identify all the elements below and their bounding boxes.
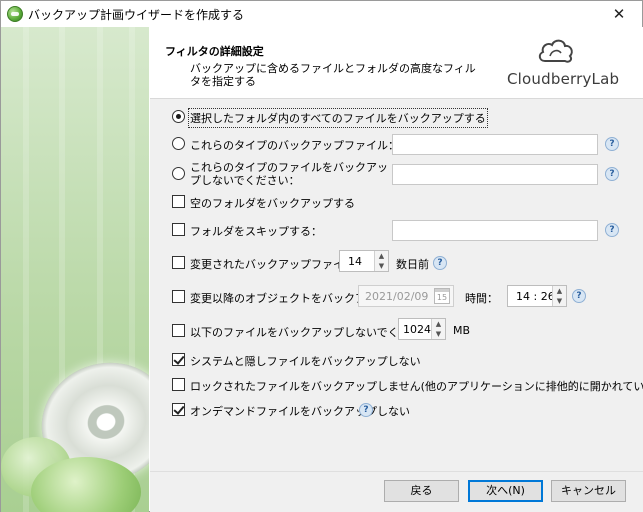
- help-icon[interactable]: ?: [433, 256, 447, 270]
- checkbox-system-hidden[interactable]: [172, 353, 185, 366]
- cloudberry-logo-icon: [538, 39, 573, 63]
- time-value: 14 : 26: [516, 290, 555, 303]
- help-icon[interactable]: ?: [605, 223, 619, 237]
- calendar-icon[interactable]: 15: [434, 288, 450, 304]
- chevron-down-icon: ▼: [435, 330, 442, 338]
- radio-exclude-types[interactable]: [172, 167, 185, 180]
- wizard-window: バックアップ計画ウイザードを作成する ✕ フィルタの詳細設定 バックアップに含め…: [0, 0, 643, 512]
- modified-since-date: 2021/02/09: [365, 290, 429, 303]
- stepper-arrows[interactable]: ▲ ▼: [374, 251, 388, 271]
- checkbox-skip-folders-label[interactable]: フォルダをスキップする：: [190, 223, 322, 239]
- close-button[interactable]: ✕: [596, 1, 642, 27]
- stepper-arrows[interactable]: ▲ ▼: [552, 286, 566, 306]
- title-bar: バックアップ計画ウイザードを作成する ✕: [1, 1, 642, 27]
- checkbox-empty-folders-label[interactable]: 空のフォルダをバックアップする: [190, 195, 355, 211]
- time-stepper[interactable]: 14 : 26 ▲ ▼: [507, 285, 567, 307]
- modified-days-unit: 数日前: [396, 258, 429, 271]
- checkbox-modified-files[interactable]: [172, 256, 185, 269]
- back-button[interactable]: 戻る: [384, 480, 459, 502]
- radio-include-types-label[interactable]: これらのタイプのバックアップファイル：: [190, 137, 399, 153]
- help-icon[interactable]: ?: [359, 403, 373, 417]
- modified-days-stepper[interactable]: 14 ▲ ▼: [339, 250, 389, 272]
- checkbox-ondemand-files[interactable]: [172, 403, 185, 416]
- skip-folders-input[interactable]: [392, 220, 598, 241]
- exclude-types-input[interactable]: [392, 164, 598, 185]
- chevron-up-icon: ▲: [378, 252, 385, 260]
- radio-exclude-types-label[interactable]: これらのタイプのファイルをバックアップしないでください：: [190, 161, 395, 187]
- chevron-up-icon: ▲: [435, 320, 442, 328]
- checkbox-modified-since[interactable]: [172, 290, 185, 303]
- stepper-arrows[interactable]: ▲ ▼: [431, 319, 445, 339]
- size-limit-unit: MB: [453, 324, 471, 337]
- wizard-header: フィルタの詳細設定 バックアップに含めるファイルとフォルダの高度なフィルタを指定…: [150, 27, 643, 99]
- help-icon[interactable]: ?: [605, 167, 619, 181]
- checkbox-size-limit[interactable]: [172, 324, 185, 337]
- cloudberry-logo-text: CloudberryLab: [507, 70, 620, 88]
- next-button[interactable]: 次へ(N): [468, 480, 543, 502]
- time-label: 時間：: [465, 292, 498, 305]
- checkbox-ondemand-files-label[interactable]: オンデマンドファイルをバックアップしない: [190, 403, 410, 419]
- cloudberry-app-icon: [7, 6, 23, 22]
- checkbox-empty-folders[interactable]: [172, 195, 185, 208]
- size-limit-stepper[interactable]: 1024 ▲ ▼: [398, 318, 446, 340]
- radio-include-types[interactable]: [172, 137, 185, 150]
- size-limit-value: 1024: [403, 323, 431, 336]
- checkbox-locked-files-label[interactable]: ロックされたファイルをバックアップしません(他のアプリケーションに排他的に開かれ…: [190, 378, 643, 394]
- radio-backup-all[interactable]: [172, 110, 185, 123]
- cancel-button[interactable]: キャンセル: [551, 480, 626, 502]
- checkbox-system-hidden-label[interactable]: システムと隠しファイルをバックアップしない: [190, 353, 421, 369]
- radio-backup-all-label[interactable]: 選択したフォルダ内のすべてのファイルをバックアップする: [188, 108, 488, 128]
- modified-since-date-picker[interactable]: 2021/02/09 15: [358, 285, 454, 307]
- wizard-side-banner: [1, 27, 149, 512]
- chevron-up-icon: ▲: [556, 287, 563, 295]
- checkbox-skip-folders[interactable]: [172, 223, 185, 236]
- help-icon[interactable]: ?: [572, 289, 586, 303]
- help-icon[interactable]: ?: [605, 137, 619, 151]
- chevron-down-icon: ▼: [378, 262, 385, 270]
- page-title: フィルタの詳細設定: [165, 45, 264, 58]
- chevron-down-icon: ▼: [556, 297, 563, 305]
- include-types-input[interactable]: [392, 134, 598, 155]
- modified-days-value: 14: [348, 255, 362, 268]
- checkbox-locked-files[interactable]: [172, 378, 185, 391]
- window-title: バックアップ計画ウイザードを作成する: [28, 8, 245, 22]
- page-description: バックアップに含めるファイルとフォルダの高度なフィルタを指定する: [190, 62, 476, 88]
